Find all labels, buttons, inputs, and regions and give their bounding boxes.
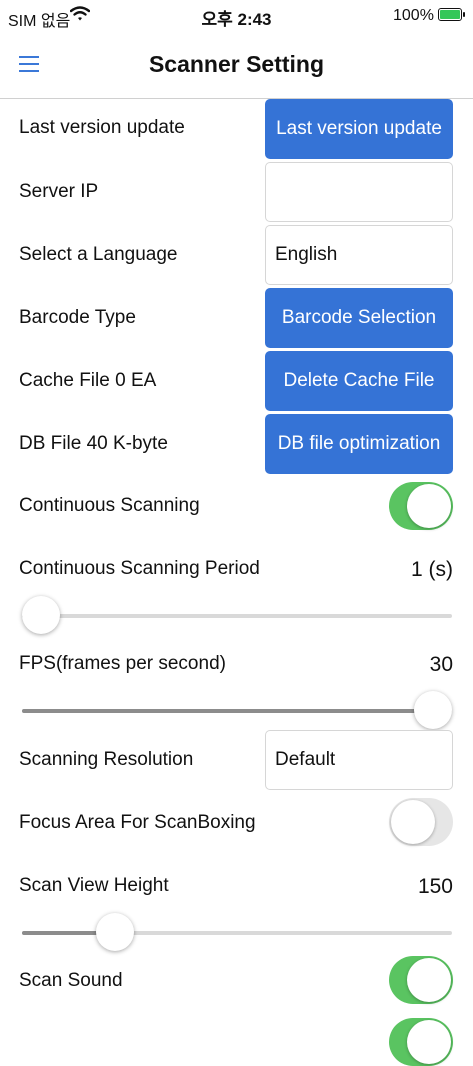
scan-view-height-slider[interactable] (22, 913, 452, 953)
scanning-resolution-label: Scanning Resolution (19, 749, 194, 770)
db-optimization-button[interactable]: DB file optimization (265, 414, 453, 474)
server-ip-label: Server IP (19, 181, 99, 202)
scan-period-value: 1 (s) (411, 558, 453, 581)
barcode-selection-button[interactable]: Barcode Selection (265, 288, 453, 348)
slider-thumb[interactable] (414, 691, 452, 729)
slider-thumb[interactable] (22, 596, 60, 634)
barcode-type-label: Barcode Type (19, 307, 136, 328)
nav-bar: Scanner Setting (0, 34, 473, 99)
scanning-resolution-select[interactable]: Default (265, 730, 453, 790)
scan-view-height-value: 150 (417, 875, 453, 898)
scan-sound-label: Scan Sound (19, 970, 123, 991)
fps-value: 30 (429, 653, 453, 676)
language-label: Select a Language (19, 244, 178, 265)
scan-period-slider[interactable] (22, 596, 452, 636)
cache-file-label: Cache File 0 EA (19, 370, 157, 391)
last-version-button[interactable]: Last version update (265, 99, 453, 159)
battery-percent: 100% (393, 7, 434, 24)
db-file-label: DB File 40 K-byte (19, 433, 168, 454)
page-title: Scanner Setting (148, 51, 325, 77)
scan-period-label: Continuous Scanning Period (19, 558, 260, 579)
language-select[interactable]: English (265, 225, 453, 285)
continuous-scanning-label: Continuous Scanning (19, 495, 200, 516)
server-ip-input[interactable] (265, 162, 453, 222)
battery-icon (438, 8, 465, 21)
scan-view-height-label: Scan View Height (19, 875, 169, 896)
delete-cache-button[interactable]: Delete Cache File (265, 351, 453, 411)
last-version-label: Last version update (19, 117, 185, 138)
scan-sound-toggle[interactable] (389, 956, 453, 1004)
next-setting-toggle[interactable] (389, 1018, 453, 1066)
fps-slider[interactable] (22, 691, 452, 731)
fps-label: FPS(frames per second) (19, 653, 226, 674)
status-bar: SIM 없음 오후 2:43 100% (0, 0, 473, 34)
slider-thumb[interactable] (96, 913, 135, 951)
focus-area-toggle[interactable] (389, 798, 453, 846)
continuous-scanning-toggle[interactable] (389, 482, 453, 530)
focus-area-label: Focus Area For ScanBoxing (19, 812, 256, 833)
